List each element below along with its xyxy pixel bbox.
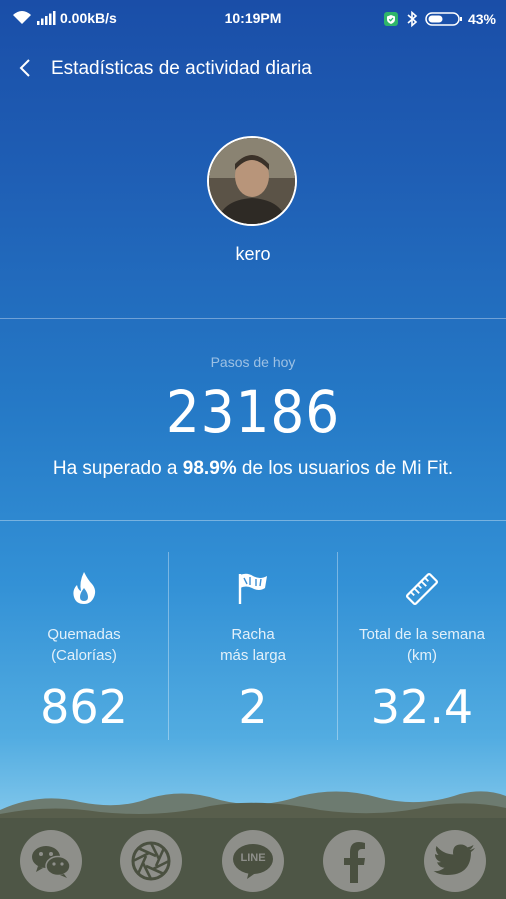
stat-calories-value: 862 — [40, 680, 128, 734]
ruler-icon — [405, 572, 439, 606]
share-wechat-button[interactable] — [20, 830, 82, 892]
bluetooth-icon — [407, 10, 418, 28]
rank-prefix: Ha superado a — [52, 458, 183, 479]
share-moments-button[interactable] — [120, 830, 182, 892]
share-bar: LINE — [0, 818, 506, 899]
flame-icon — [73, 572, 96, 604]
username: kero — [235, 244, 271, 264]
line-label: LINE — [240, 852, 266, 864]
divider-middle — [0, 520, 506, 521]
back-button[interactable] — [12, 54, 40, 82]
stat-calories-label-2: (Calorías) — [51, 647, 117, 664]
share-twitter-button[interactable] — [424, 830, 486, 892]
stat-streak[interactable]: Racha más larga 2 — [169, 552, 337, 742]
stat-week-distance[interactable]: Total de la semana (km) 32.4 — [338, 552, 506, 742]
steps-value: 23186 — [165, 378, 341, 446]
shield-icon — [383, 12, 398, 26]
battery-level: 43% — [467, 11, 496, 27]
stat-streak-label-2: más larga — [220, 647, 286, 664]
share-line-button[interactable]: LINE — [222, 830, 284, 892]
stat-streak-label-1: Racha — [231, 626, 275, 643]
rank-suffix: de los usuarios de Mi Fit. — [236, 458, 454, 479]
moments-aperture-icon — [131, 841, 171, 881]
share-facebook-button[interactable] — [323, 830, 385, 892]
stat-streak-value: 2 — [238, 680, 268, 734]
wechat-icon — [32, 846, 71, 878]
header: Estadísticas de actividad diaria — [0, 46, 506, 90]
rank-value: 98.9% — [182, 458, 237, 479]
page-title: Estadísticas de actividad diaria — [51, 58, 312, 79]
avatar-photo — [209, 138, 295, 224]
status-right: 43% — [383, 10, 496, 28]
rank-line: Ha superado a 98.9% de los usuarios de M… — [0, 458, 506, 480]
stat-calories[interactable]: Quemadas (Calorías) 862 — [0, 552, 168, 742]
avatar[interactable] — [207, 136, 297, 226]
twitter-bird-icon — [433, 844, 475, 875]
divider-top — [0, 318, 506, 319]
battery-icon — [425, 12, 462, 26]
stat-calories-label-1: Quemadas — [47, 626, 121, 643]
status-bar: 0.00kB/s 10:19PM 43% — [0, 0, 506, 36]
stat-week-distance-value: 32.4 — [370, 680, 474, 734]
stat-week-distance-label-2: (km) — [407, 647, 437, 664]
chevron-left-icon — [19, 59, 30, 77]
flag-icon — [238, 573, 267, 604]
facebook-icon — [344, 842, 365, 883]
stat-week-distance-label-1: Total de la semana — [359, 626, 485, 643]
steps-label: Pasos de hoy — [210, 354, 296, 370]
